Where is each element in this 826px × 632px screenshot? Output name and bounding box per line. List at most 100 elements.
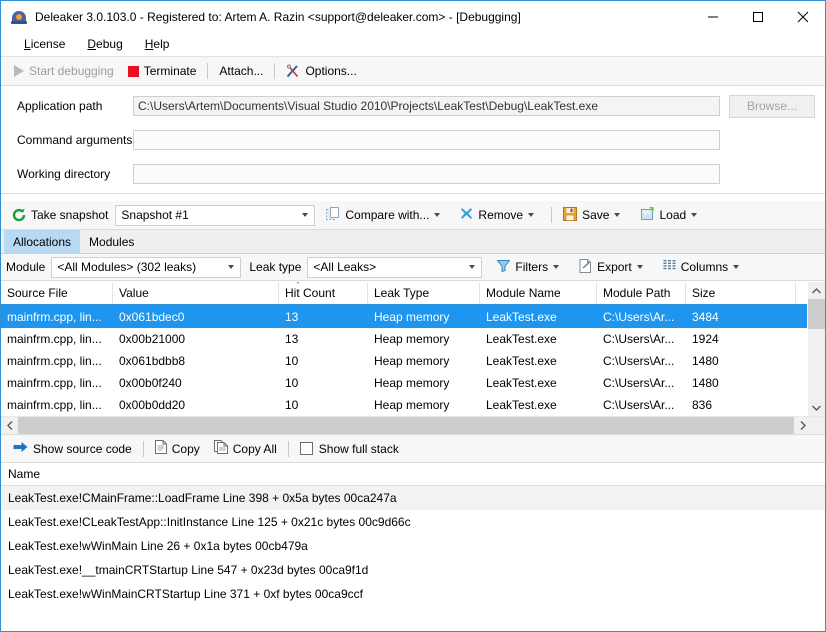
scroll-down-button[interactable]: [808, 399, 825, 416]
column-header-module-path[interactable]: Module Path: [597, 282, 686, 304]
column-header-size[interactable]: Size: [686, 282, 796, 304]
call-stack-list: Name LeakTest.exe!CMainFrame::LoadFrame …: [1, 463, 825, 631]
list-item[interactable]: LeakTest.exe!wWinMainCRTStartup Line 371…: [1, 582, 825, 606]
show-full-stack-checkbox[interactable]: Show full stack: [293, 438, 406, 460]
table-row[interactable]: mainfrm.cpp, lin... 0x00b0dd20 10 Heap m…: [1, 394, 807, 416]
column-header-hit-count[interactable]: Hit Count: [279, 282, 368, 304]
list-item[interactable]: LeakTest.exe!CMainFrame::LoadFrame Line …: [1, 486, 825, 510]
working-directory-input[interactable]: [133, 164, 720, 184]
tools-wrench-icon: [286, 64, 300, 78]
list-item[interactable]: LeakTest.exe!wWinMain Line 26 + 0x1a byt…: [1, 534, 825, 558]
menu-item-debug[interactable]: Debug: [76, 34, 133, 54]
copy-all-icon: [214, 440, 228, 457]
cell-hit-count: 13: [279, 310, 368, 324]
start-debugging-button[interactable]: Start debugging: [7, 60, 121, 82]
options-button[interactable]: Options...: [279, 60, 363, 82]
load-button[interactable]: Load: [633, 204, 710, 226]
take-snapshot-button[interactable]: Take snapshot: [5, 204, 115, 226]
snapshot-select[interactable]: Snapshot #1: [115, 205, 315, 226]
remove-button[interactable]: Remove: [453, 204, 547, 226]
scroll-up-button[interactable]: [808, 282, 825, 299]
browse-button[interactable]: Browse...: [729, 95, 815, 118]
copy-label: Copy: [172, 442, 200, 456]
copy-button[interactable]: Copy: [148, 438, 207, 460]
toolbar-divider: [274, 63, 275, 79]
scroll-right-button[interactable]: [794, 417, 811, 434]
cell-module-path: C:\Users\Ar...: [597, 376, 686, 390]
tab-modules[interactable]: Modules: [80, 230, 143, 253]
toolbar-divider: [207, 63, 208, 79]
cell-leak-type: Heap memory: [368, 398, 480, 412]
cell-module-name: LeakTest.exe: [480, 332, 597, 346]
command-arguments-input[interactable]: [133, 130, 720, 150]
allocations-table: Source File Value Hit Count Leak Type Mo…: [1, 281, 825, 434]
save-button[interactable]: Save: [556, 204, 633, 226]
cell-module-path: C:\Users\Ar...: [597, 332, 686, 346]
debug-toolbar: Start debugging Terminate Attach... Opti…: [1, 57, 825, 86]
chevron-down-icon: [228, 265, 234, 269]
table-horizontal-scrollbar[interactable]: [1, 416, 825, 434]
vertical-scroll-track[interactable]: [808, 329, 825, 399]
refresh-icon: [12, 208, 26, 222]
table-row[interactable]: mainfrm.cpp, lin... 0x061bdec0 13 Heap m…: [1, 306, 807, 328]
minimize-button[interactable]: [690, 1, 735, 32]
menu-bar: License Debug Help: [1, 32, 825, 57]
module-filter-value: <All Modules> (302 leaks): [57, 260, 223, 274]
columns-button[interactable]: Columns: [656, 256, 752, 278]
table-row[interactable]: mainfrm.cpp, lin... 0x00b21000 13 Heap m…: [1, 328, 807, 350]
scroll-left-button[interactable]: [1, 417, 18, 434]
table-row[interactable]: mainfrm.cpp, lin... 0x00b0f240 10 Heap m…: [1, 372, 807, 394]
filter-toolbar: Module <All Modules> (302 leaks) Leak ty…: [1, 254, 825, 281]
start-debugging-label: Start debugging: [29, 64, 114, 78]
table-vertical-scrollbar[interactable]: [807, 282, 825, 416]
chevron-down-icon: [733, 265, 739, 269]
column-header-source-file[interactable]: Source File: [1, 282, 113, 304]
leak-type-filter-value: <All Leaks>: [313, 260, 464, 274]
menu-item-help[interactable]: Help: [134, 34, 181, 54]
load-folder-icon: [640, 207, 654, 224]
column-header-module-name[interactable]: Module Name: [480, 282, 597, 304]
menu-item-license[interactable]: License: [13, 34, 76, 54]
horizontal-scroll-thumb[interactable]: [18, 417, 794, 434]
cell-value: 0x061bdbb8: [113, 354, 279, 368]
play-icon: [14, 65, 24, 77]
show-source-code-button[interactable]: Show source code: [6, 438, 139, 460]
options-label: Options...: [305, 64, 356, 78]
compare-with-label: Compare with...: [345, 208, 429, 222]
stack-column-header-name[interactable]: Name: [1, 463, 825, 486]
copy-all-button[interactable]: Copy All: [207, 438, 284, 460]
chevron-down-icon: [469, 265, 475, 269]
command-arguments-label: Command arguments: [17, 133, 133, 147]
column-header-value[interactable]: Value: [113, 282, 279, 304]
application-path-input[interactable]: [133, 96, 720, 116]
funnel-filter-icon: [497, 259, 510, 275]
leak-type-filter-select[interactable]: <All Leaks>: [307, 257, 482, 278]
compare-with-button[interactable]: Compare with...: [319, 204, 453, 226]
cell-value: 0x00b0dd20: [113, 398, 279, 412]
cell-leak-type: Heap memory: [368, 332, 480, 346]
close-button[interactable]: [780, 1, 825, 32]
snapshot-select-value: Snapshot #1: [121, 208, 297, 222]
stack-toolbar: Show source code Copy: [1, 434, 825, 463]
cell-size: 836: [686, 398, 796, 412]
cell-leak-type: Heap memory: [368, 376, 480, 390]
chevron-down-icon: [302, 213, 308, 217]
export-button[interactable]: Export: [572, 256, 656, 278]
list-item[interactable]: LeakTest.exe!CLeakTestApp::InitInstance …: [1, 510, 825, 534]
chevron-down-icon: [691, 213, 697, 217]
maximize-button[interactable]: [735, 1, 780, 32]
application-path-label: Application path: [17, 99, 133, 113]
cell-source-file: mainfrm.cpp, lin...: [1, 376, 113, 390]
attach-button[interactable]: Attach...: [212, 60, 270, 82]
working-directory-label: Working directory: [17, 167, 133, 181]
vertical-scroll-thumb[interactable]: [808, 299, 825, 329]
table-row[interactable]: mainfrm.cpp, lin... 0x061bdbb8 10 Heap m…: [1, 350, 807, 372]
compare-icon: [326, 207, 340, 224]
cell-source-file: mainfrm.cpp, lin...: [1, 332, 113, 346]
module-filter-select[interactable]: <All Modules> (302 leaks): [51, 257, 241, 278]
filters-button[interactable]: Filters: [490, 256, 572, 278]
tab-allocations[interactable]: Allocations: [4, 230, 80, 253]
column-header-leak-type[interactable]: Leak Type: [368, 282, 480, 304]
terminate-button[interactable]: Terminate: [121, 60, 204, 82]
list-item[interactable]: LeakTest.exe!__tmainCRTStartup Line 547 …: [1, 558, 825, 582]
